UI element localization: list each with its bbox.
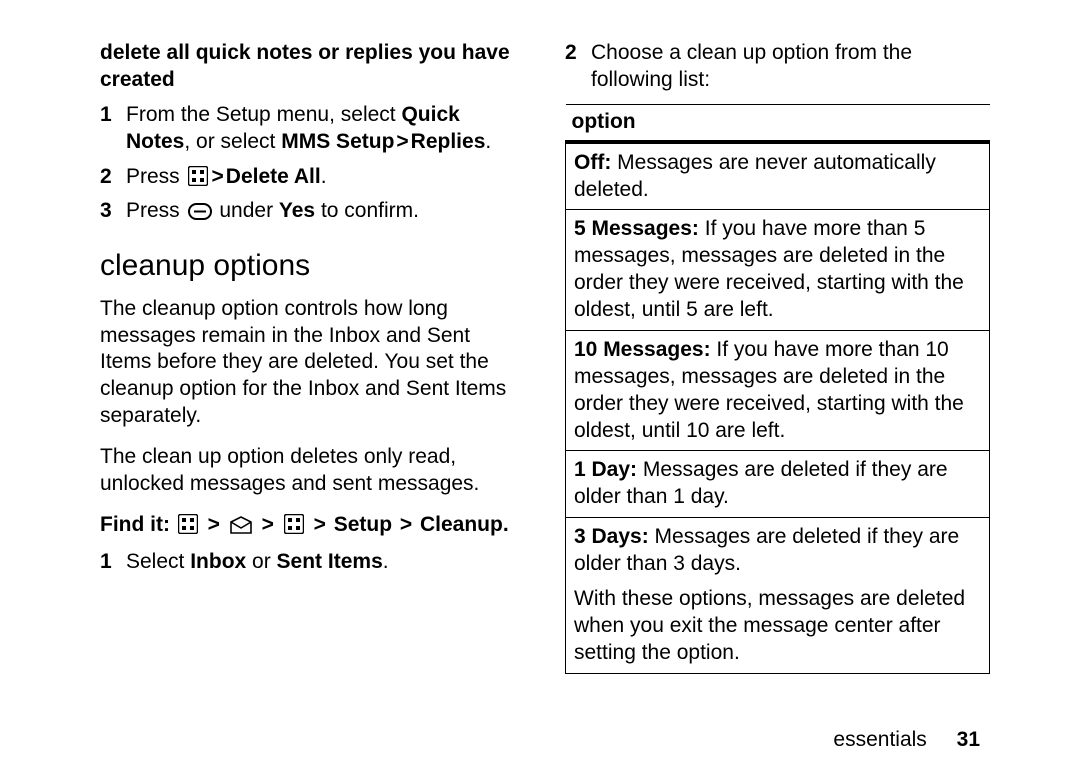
menu-icon	[188, 166, 208, 186]
table-row: Off: Messages are never automatically de…	[566, 142, 990, 210]
options-table: option Off: Messages are never automatic…	[565, 104, 990, 674]
option-desc: Messages are never automatically deleted…	[574, 151, 936, 201]
gt: >	[262, 513, 274, 536]
option-name: Off:	[574, 151, 611, 174]
text: .	[503, 513, 509, 536]
table-row: 3 Days: Messages are deleted if they are…	[566, 518, 990, 673]
bold-label: Sent Items	[277, 550, 383, 573]
softkey-icon	[188, 203, 212, 220]
option-name: 5 Messages:	[574, 217, 699, 240]
text: or	[246, 550, 276, 573]
find-it-path: Find it: > > > Setup > Cleanup.	[100, 512, 525, 539]
bold-label: Setup	[334, 513, 392, 536]
gt: >	[314, 513, 326, 536]
step-number: 2	[100, 164, 126, 191]
step-body: Press >Delete All.	[126, 164, 525, 191]
find-it-label: Find it:	[100, 513, 170, 536]
step-number: 2	[565, 40, 591, 94]
menu-icon	[178, 514, 198, 534]
steps-list-b-cont: 2 Choose a clean up option from the foll…	[565, 40, 990, 94]
gt: >	[396, 130, 408, 153]
paragraph: The clean up option deletes only read, u…	[100, 444, 525, 498]
step-body: From the Setup menu, select Quick Notes,…	[126, 102, 525, 156]
list-item: 1 From the Setup menu, select Quick Note…	[100, 102, 525, 156]
table-row: 5 Messages: If you have more than 5 mess…	[566, 210, 990, 331]
text: Select	[126, 550, 190, 573]
options-table-wrapper: option Off: Messages are never automatic…	[565, 104, 990, 674]
text: From the Setup menu, select	[126, 103, 401, 126]
text: .	[321, 165, 327, 188]
bold-label: Cleanup	[420, 513, 503, 536]
table-row: 10 Messages: If you have more than 10 me…	[566, 330, 990, 451]
bold-label: Inbox	[190, 550, 246, 573]
option-note: With these options, messages are deleted…	[574, 586, 981, 667]
text: under	[214, 199, 279, 222]
list-item: 2 Press >Delete All.	[100, 164, 525, 191]
gt: >	[212, 165, 224, 188]
list-item: 3 Press under Yes to confirm.	[100, 198, 525, 225]
text: Press	[126, 199, 186, 222]
section-title: delete all quick notes or replies you ha…	[100, 40, 525, 94]
text: .	[383, 550, 389, 573]
step-body: Press under Yes to confirm.	[126, 198, 525, 225]
text: , or select	[184, 130, 281, 153]
paragraph: The cleanup option controls how long mes…	[100, 296, 525, 430]
bold-label: Replies	[411, 130, 486, 153]
option-name: 1 Day:	[574, 458, 637, 481]
list-item: 1 Select Inbox or Sent Items.	[100, 549, 525, 576]
envelope-icon	[230, 516, 252, 534]
gt: >	[400, 513, 412, 536]
text: .	[485, 130, 491, 153]
step-number: 1	[100, 549, 126, 576]
gt: >	[208, 513, 220, 536]
menu-icon	[284, 514, 304, 534]
text: to confirm.	[315, 199, 419, 222]
bold-label: MMS Setup	[281, 130, 394, 153]
step-body: Select Inbox or Sent Items.	[126, 549, 525, 576]
step-number: 1	[100, 102, 126, 156]
table-row: 1 Day: Messages are deleted if they are …	[566, 451, 990, 518]
page-number: 31	[957, 728, 980, 751]
step-number: 3	[100, 198, 126, 225]
list-item: 2 Choose a clean up option from the foll…	[565, 40, 990, 94]
heading-cleanup-options: cleanup options	[100, 247, 525, 285]
page-footer: essentials 31	[833, 728, 980, 752]
steps-list-a: 1 From the Setup menu, select Quick Note…	[100, 102, 525, 226]
footer-section: essentials	[833, 728, 926, 751]
text: Press	[126, 165, 186, 188]
step-body: Choose a clean up option from the follow…	[591, 40, 990, 94]
bold-label: Yes	[279, 199, 315, 222]
page-content: delete all quick notes or replies you ha…	[100, 40, 990, 730]
option-name: 10 Messages:	[574, 338, 711, 361]
option-name: 3 Days:	[574, 525, 649, 548]
bold-label: Delete All	[226, 165, 321, 188]
table-header: option	[566, 104, 990, 141]
steps-list-b: 1 Select Inbox or Sent Items.	[100, 549, 525, 576]
